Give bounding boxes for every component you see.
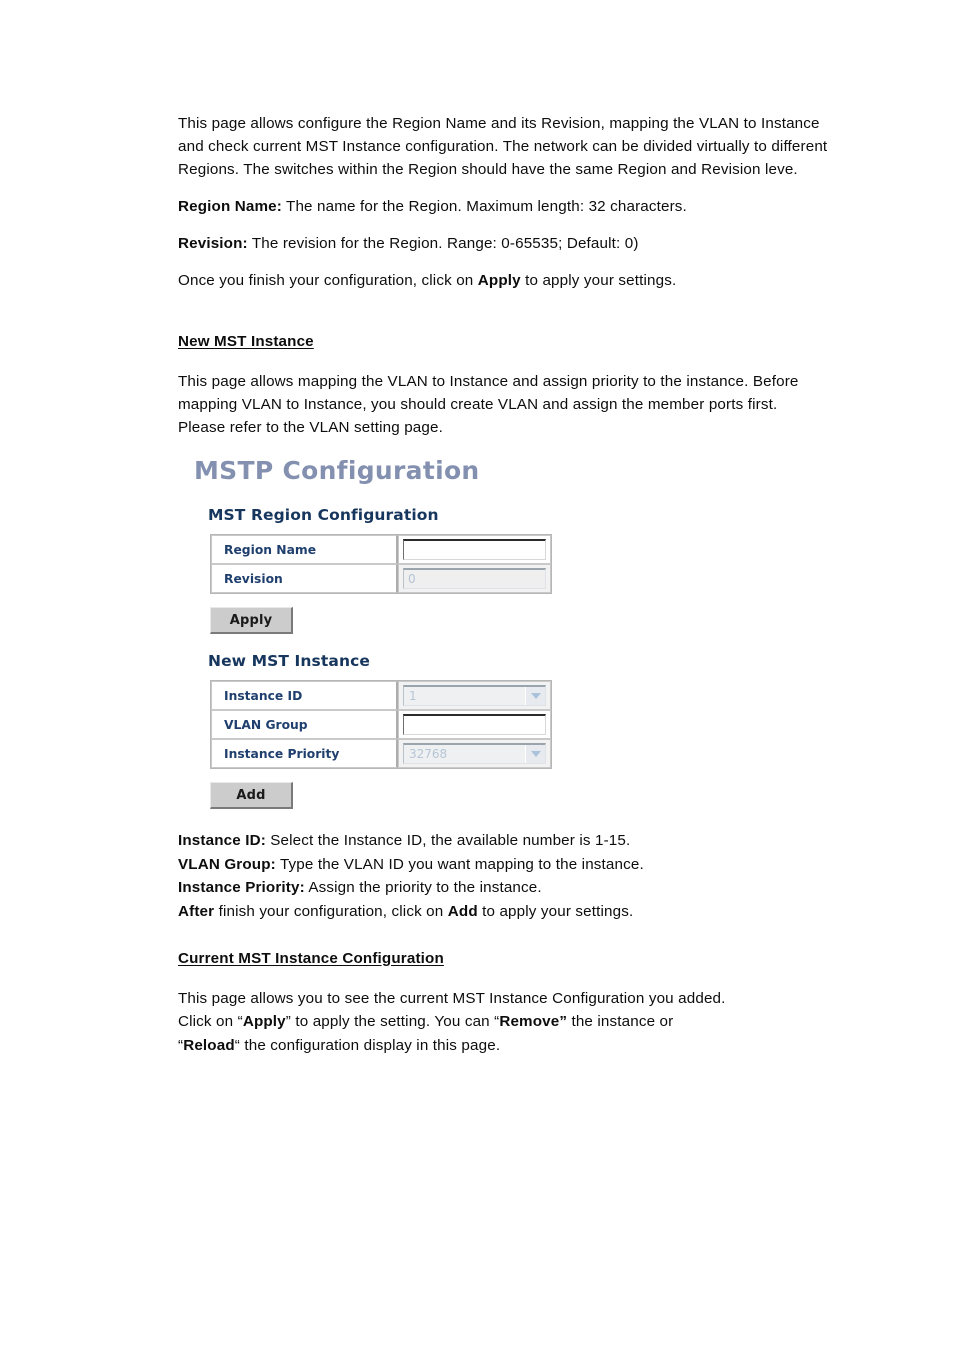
region-name-term: Region Name: — [178, 198, 282, 216]
current-mst-reload-keyword: Reload — [183, 1036, 235, 1054]
region-name-input[interactable] — [403, 539, 546, 561]
vlan-group-term: VLAN Group: — [178, 855, 276, 873]
table-row: Instance Priority 32768 — [211, 739, 551, 769]
table-row: Instance ID 1 — [211, 681, 551, 711]
mst-region-configuration-heading: MST Region Configuration — [208, 506, 439, 525]
chevron-down-icon — [525, 687, 545, 706]
document-body: This page allows configure the Region Na… — [178, 112, 828, 1057]
after-description-keyword: Add — [447, 903, 478, 921]
apply-note-keyword: Apply — [477, 272, 521, 290]
revision-definition: Revision: The revision for the Region. R… — [178, 232, 828, 255]
row-label-instance-id: Instance ID — [211, 681, 398, 711]
after-description-suffix: to apply your settings. — [477, 903, 634, 921]
current-mst-apply-keyword: Apply — [242, 1013, 286, 1031]
row-label-instance-priority: Instance Priority — [211, 739, 398, 769]
table-row: Region Name — [211, 535, 551, 565]
intro-paragraph: This page allows configure the Region Na… — [178, 115, 828, 179]
region-name-definition: Region Name: The name for the Region. Ma… — [178, 195, 828, 218]
instance-id-select[interactable]: 1 — [403, 685, 546, 707]
row-label-revision: Revision — [211, 564, 398, 594]
current-mst-line-2-c: the instance or — [567, 1013, 674, 1031]
document-page: This page allows configure the Region Na… — [0, 0, 954, 1350]
current-mst-line-2-b: ” to apply the setting. You can “ — [285, 1013, 500, 1031]
current-mst-line-3: “Reload“ the configuration display in th… — [178, 1034, 828, 1058]
instance-priority-select[interactable]: 32768 — [403, 743, 546, 765]
chevron-down-icon — [525, 745, 545, 764]
vlan-group-input[interactable] — [403, 714, 546, 736]
revision-input[interactable]: 0 — [403, 568, 546, 590]
mstp-configuration-title: MSTP Configuration — [194, 455, 480, 485]
current-mst-line-2: Click on “Apply” to apply the setting. Y… — [178, 1010, 828, 1034]
field-cell-region-name — [398, 535, 551, 565]
vlan-group-description: Type the VLAN ID you want mapping to the… — [275, 855, 644, 873]
current-mst-line-2-a: Click on “ — [178, 1013, 243, 1031]
instance-priority-value: 32768 — [409, 747, 448, 762]
instance-id-term: Instance ID: — [178, 832, 266, 850]
field-cell-instance-id: 1 — [398, 681, 551, 711]
instance-priority-term: Instance Priority: — [178, 879, 305, 897]
current-mst-line-1: This page allows you to see the current … — [178, 989, 726, 1007]
instance-priority-description: Assign the priority to the instance. — [304, 879, 542, 897]
revision-description: The revision for the Region. Range: 0-65… — [247, 235, 639, 253]
after-description-prefix: finish your configuration, click on — [214, 903, 448, 921]
instance-id-value: 1 — [409, 689, 417, 704]
vlan-group-definition: VLAN Group: Type the VLAN ID you want ma… — [178, 853, 828, 877]
new-mst-instance-table: Instance ID 1 VLAN Group Instance Priori… — [210, 680, 552, 770]
apply-button[interactable]: Apply — [210, 607, 293, 635]
add-button[interactable]: Add — [210, 782, 293, 810]
table-row: VLAN Group — [211, 710, 551, 740]
apply-note-prefix: Once you finish your configuration, clic… — [178, 272, 478, 290]
heading-new-mst-instance: New MST Instance — [178, 332, 314, 350]
current-mst-remove-keyword: Remove” — [499, 1013, 568, 1031]
apply-note: Once you finish your configuration, clic… — [178, 269, 828, 292]
instance-id-description: Select the Instance ID, the available nu… — [265, 832, 631, 850]
row-label-region-name: Region Name — [211, 535, 398, 565]
apply-note-suffix: to apply your settings. — [520, 272, 677, 290]
current-mst-line-3-b: “ the configuration display in this page… — [234, 1036, 501, 1054]
heading-current-mst-instance-configuration: Current MST Instance Configuration — [178, 949, 444, 967]
mst-region-configuration-table: Region Name Revision 0 — [210, 534, 552, 595]
table-row: Revision 0 — [211, 564, 551, 594]
field-cell-instance-priority: 32768 — [398, 739, 551, 769]
after-note: After finish your configuration, click o… — [178, 900, 828, 924]
field-cell-vlan-group — [398, 710, 551, 740]
after-term: After — [178, 903, 215, 921]
region-name-description: The name for the Region. Maximum length:… — [281, 198, 687, 216]
embedded-device-ui-screenshot: MSTP Configuration MST Region Configurat… — [194, 457, 614, 810]
revision-term: Revision: — [178, 235, 248, 253]
new-mst-paragraph: This page allows mapping the VLAN to Ins… — [178, 372, 799, 436]
new-mst-instance-heading: New MST Instance — [208, 652, 370, 671]
row-label-vlan-group: VLAN Group — [211, 710, 398, 740]
instance-priority-definition: Instance Priority: Assign the priority t… — [178, 876, 828, 900]
field-cell-revision: 0 — [398, 564, 551, 594]
instance-id-definition: Instance ID: Select the Instance ID, the… — [178, 829, 828, 853]
